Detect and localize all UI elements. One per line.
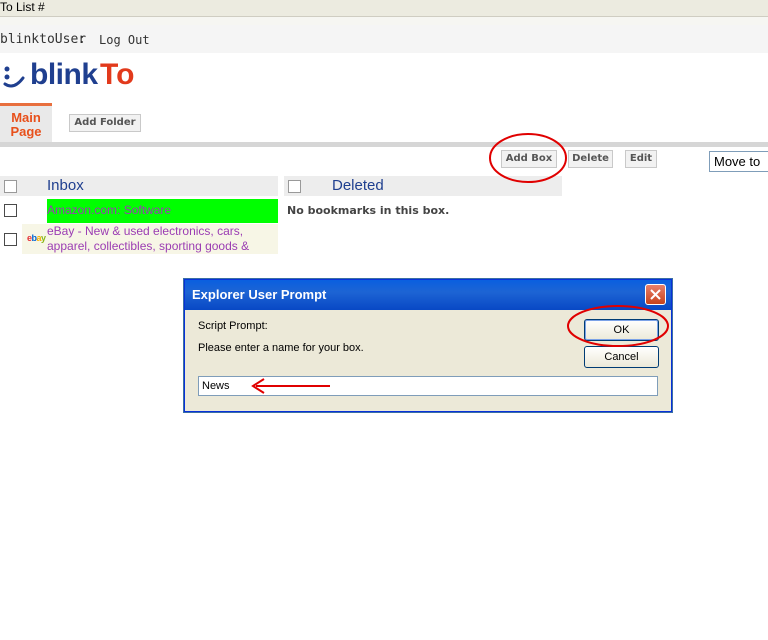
ebay-icon: ebay <box>27 233 46 243</box>
delete-button[interactable]: Delete <box>568 150 613 168</box>
smile-logo-icon <box>2 64 26 90</box>
add-folder-button[interactable]: Add Folder <box>69 114 141 132</box>
tab-main-page-label-line2: Page <box>10 124 42 139</box>
box-name-input[interactable]: News <box>198 376 658 396</box>
dialog-title: Explorer User Prompt <box>192 287 327 302</box>
deleted-select-all-checkbox[interactable] <box>288 180 301 193</box>
bookmark-link-ebay[interactable]: eBay - New & used electronics, cars, app… <box>47 224 279 254</box>
user-bar-separator: : <box>78 32 86 47</box>
bookmark-checkbox[interactable] <box>4 204 17 217</box>
logout-link[interactable]: Log Out <box>99 33 150 47</box>
username: blinktoUser <box>0 32 87 47</box>
tab-main-page[interactable]: Main Page <box>0 103 52 143</box>
deleted-header <box>284 176 562 196</box>
tab-main-page-label-line1: Main <box>11 110 41 125</box>
edit-button[interactable]: Edit <box>625 150 657 168</box>
close-icon[interactable] <box>645 284 666 305</box>
bookmark-link-amazon[interactable]: Amazon.com: Software <box>47 203 171 217</box>
inbox-title[interactable]: Inbox <box>47 177 84 194</box>
window-title-bar: To List # <box>0 0 768 17</box>
cancel-button[interactable]: Cancel <box>584 346 659 368</box>
prompt-message: Please enter a name for your box. <box>198 342 364 354</box>
inbox-header <box>0 176 278 196</box>
move-to-select[interactable]: Move to <box>709 151 768 172</box>
ok-button[interactable]: OK <box>584 319 659 341</box>
logo-text-blink: blink <box>30 58 98 91</box>
window-title: To List # <box>0 0 45 14</box>
inbox-select-all-checkbox[interactable] <box>4 180 17 193</box>
divider <box>0 142 768 147</box>
add-box-button[interactable]: Add Box <box>501 150 557 168</box>
bookmark-checkbox[interactable] <box>4 233 17 246</box>
deleted-title[interactable]: Deleted <box>332 177 384 194</box>
logo-text-to: To <box>100 58 135 91</box>
top-strip <box>0 17 768 25</box>
deleted-empty-message: No bookmarks in this box. <box>287 204 450 217</box>
prompt-label: Script Prompt: <box>198 320 268 332</box>
